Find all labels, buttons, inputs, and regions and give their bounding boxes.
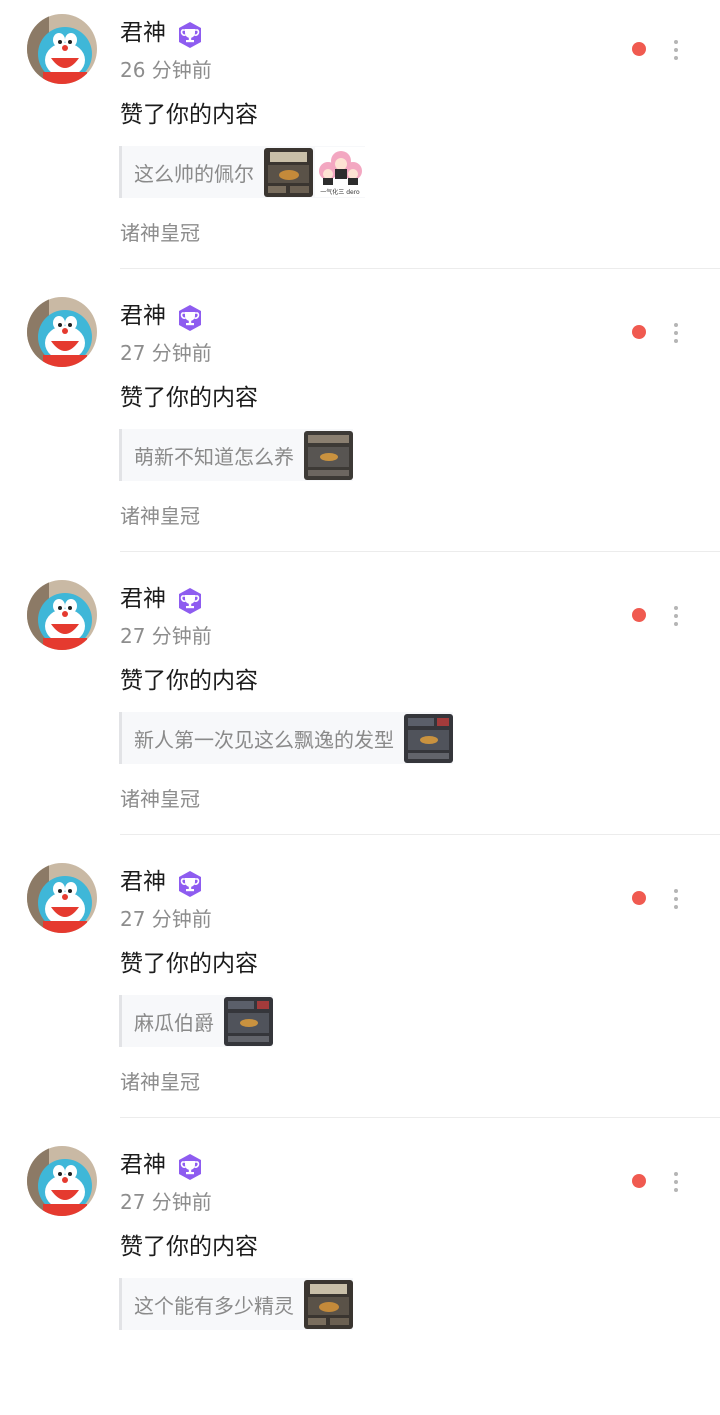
divider [120,834,720,835]
trophy-badge-icon [179,305,201,331]
unread-dot [632,608,646,622]
action-text: 赞了你的内容 [120,951,258,977]
user-name[interactable]: 君神 [120,865,166,899]
unread-dot [632,891,646,905]
sticker-image[interactable]: 一气化三 dero [315,147,365,197]
timestamp: 27 分钟前 [120,907,212,931]
sticker-caption: 一气化三 dero [320,188,360,196]
source-community[interactable]: 诸神皇冠 [120,1067,200,1097]
unread-dot [632,1174,646,1188]
divider [120,551,720,552]
unread-dot [632,325,646,339]
trophy-badge-icon [179,588,201,614]
quoted-post[interactable]: 麻瓜伯爵 [119,995,273,1047]
source-community[interactable]: 诸神皇冠 [120,501,200,531]
more-vertical-icon[interactable] [668,36,684,64]
source-community[interactable]: 诸神皇冠 [120,784,200,814]
notification-item[interactable]: 君神 27 分钟前 赞了你的内容 新人第一次见这么飘逸的发型 诸神皇冠 [0,566,720,849]
more-vertical-icon[interactable] [668,319,684,347]
user-avatar[interactable] [27,580,97,650]
quoted-post-text: 麻瓜伯爵 [134,1010,214,1035]
timestamp: 27 分钟前 [120,1190,212,1214]
more-vertical-icon[interactable] [668,602,684,630]
post-thumbnail[interactable] [304,1279,353,1329]
quoted-post[interactable]: 萌新不知道怎么养 [119,429,353,481]
quoted-post[interactable]: 这个能有多少精灵 [119,1278,353,1330]
user-avatar[interactable] [27,297,97,367]
timestamp: 27 分钟前 [120,624,212,648]
more-vertical-icon[interactable] [668,885,684,913]
notification-item[interactable]: 君神 27 分钟前 赞了你的内容 萌新不知道怎么养 诸神皇冠 [0,283,720,566]
post-thumbnail[interactable] [304,430,353,480]
user-avatar[interactable] [27,863,97,933]
user-name[interactable]: 君神 [120,1148,166,1182]
post-thumbnail[interactable] [264,147,313,197]
quoted-post-text: 这个能有多少精灵 [134,1293,294,1318]
quoted-post[interactable]: 新人第一次见这么飘逸的发型 [119,712,453,764]
source-community[interactable]: 诸神皇冠 [120,218,200,248]
timestamp: 26 分钟前 [120,58,212,82]
action-text: 赞了你的内容 [120,385,258,411]
unread-dot [632,42,646,56]
notification-item[interactable]: 君神 27 分钟前 赞了你的内容 麻瓜伯爵 诸神皇冠 [0,849,720,1132]
post-thumbnail[interactable] [224,996,273,1046]
notification-item[interactable]: 君神 26 分钟前 赞了你的内容 这么帅的佩尔 一气化三 dero 诸神皇冠 [0,0,720,283]
divider [120,1117,720,1118]
trophy-badge-icon [179,871,201,897]
action-text: 赞了你的内容 [120,668,258,694]
action-text: 赞了你的内容 [120,102,258,128]
quoted-post[interactable]: 这么帅的佩尔 一气化三 dero [119,146,365,198]
more-vertical-icon[interactable] [668,1168,684,1196]
timestamp: 27 分钟前 [120,341,212,365]
trophy-badge-icon [179,1154,201,1180]
quoted-post-text: 萌新不知道怎么养 [134,444,294,469]
user-name[interactable]: 君神 [120,582,166,616]
quoted-post-text: 这么帅的佩尔 [134,161,254,186]
post-thumbnail[interactable] [404,713,453,763]
quoted-post-text: 新人第一次见这么飘逸的发型 [134,727,394,752]
user-avatar[interactable] [27,1146,97,1216]
notification-item[interactable]: 君神 27 分钟前 赞了你的内容 这个能有多少精灵 [0,1132,720,1415]
divider [120,268,720,269]
trophy-badge-icon [179,22,201,48]
user-avatar[interactable] [27,14,97,84]
user-name[interactable]: 君神 [120,299,166,333]
notification-feed: 君神 26 分钟前 赞了你的内容 这么帅的佩尔 一气化三 dero 诸神皇冠 君… [0,0,720,1415]
user-name[interactable]: 君神 [120,16,166,50]
action-text: 赞了你的内容 [120,1234,258,1260]
